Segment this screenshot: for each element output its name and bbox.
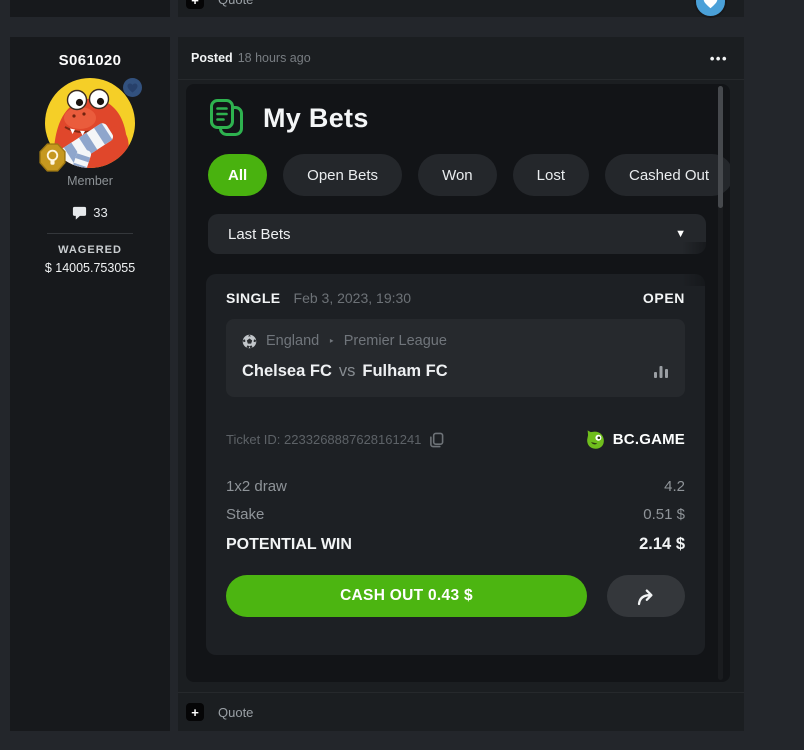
wagered-value: $ 14005.753055 [10, 261, 170, 275]
my-bets-icon [208, 98, 245, 138]
achievement-badge [37, 142, 68, 178]
stake-row: Stake 0.51 $ [226, 506, 685, 523]
ticket-id-value: 2233268887628161241 [284, 432, 421, 447]
author-username[interactable]: S061020 [10, 52, 170, 69]
sidebar-divider [47, 233, 133, 234]
author-role: Member [10, 174, 170, 188]
widget-title-row: My Bets [186, 84, 730, 138]
bet-card: SINGLE Feb 3, 2023, 19:30 OPEN [206, 274, 705, 655]
cashout-button[interactable]: CASH OUT 0.43 $ [226, 575, 587, 617]
stats-bars-icon[interactable] [653, 364, 669, 379]
share-arrow-icon [635, 587, 657, 606]
dropdown-value: Last Bets [228, 226, 291, 243]
author-comments: 33 [10, 205, 170, 220]
previous-post-sidebar [10, 0, 170, 17]
share-button[interactable] [607, 575, 685, 617]
post-header: Posted 18 hours ago ••• [178, 37, 744, 80]
potential-win-row: POTENTIAL WIN 2.14 $ [226, 535, 685, 554]
quote-button[interactable]: Quote [218, 0, 253, 7]
match-card[interactable]: England ‣ Premier League Chelsea FC vs F… [226, 319, 685, 397]
badge-heart-icon [127, 83, 138, 93]
stake-value: 0.51 $ [643, 506, 685, 523]
wagered-label: WAGERED [10, 244, 170, 256]
comment-bubble-icon [72, 206, 87, 220]
bets-sort-dropdown[interactable]: Last Bets ▼ [208, 214, 706, 254]
bet-selection-row: 1x2 draw 4.2 [226, 478, 685, 495]
ticket-row: Ticket ID: 2233268887628161241 [226, 429, 685, 450]
tab-won[interactable]: Won [418, 154, 497, 196]
posted-label: Posted [191, 51, 233, 65]
scrollbar-thumb[interactable] [718, 86, 723, 208]
posted-time: 18 hours ago [238, 51, 311, 65]
away-team: Fulham FC [362, 362, 447, 381]
bcgame-logo-icon [585, 429, 606, 450]
match-teams: Chelsea FC vs Fulham FC [242, 362, 669, 381]
bcgame-brand[interactable]: BC.GAME [585, 429, 685, 450]
country-label: England [266, 333, 319, 349]
bet-status-badge: OPEN [643, 290, 685, 306]
bet-card-header: SINGLE Feb 3, 2023, 19:30 OPEN [226, 290, 685, 306]
league-breadcrumb: England ‣ Premier League [242, 333, 669, 349]
avatar[interactable] [44, 77, 136, 169]
post-footer: + Quote [178, 692, 744, 731]
bcgame-brand-name: BC.GAME [613, 431, 685, 448]
my-bets-widget: My Bets All Open Bets Won Lost Cashed Ou… [186, 84, 730, 682]
tab-lost[interactable]: Lost [513, 154, 589, 196]
post-author-sidebar: S061020 [10, 37, 170, 731]
comment-count: 33 [93, 205, 107, 220]
selection-odds: 4.2 [664, 478, 685, 495]
heart-icon [703, 0, 718, 9]
ticket-id: Ticket ID: 2233268887628161241 [226, 432, 421, 447]
potential-win-label: POTENTIAL WIN [226, 536, 352, 554]
quote-button[interactable]: Quote [218, 705, 253, 720]
breadcrumb-separator: ‣ [328, 335, 335, 348]
league-label: Premier League [344, 333, 447, 349]
tab-all[interactable]: All [208, 154, 267, 196]
copy-icon[interactable] [429, 432, 444, 448]
potential-win-value: 2.14 $ [639, 535, 685, 554]
bet-datetime: Feb 3, 2023, 19:30 [294, 290, 412, 306]
bet-actions: CASH OUT 0.43 $ [226, 575, 685, 617]
lightbulb-badge-icon [37, 142, 68, 173]
avatar-level-badge [123, 78, 142, 97]
widget-scrollbar [718, 86, 723, 680]
tab-open-bets[interactable]: Open Bets [283, 154, 402, 196]
plus-quote-button[interactable]: + [186, 0, 204, 9]
chevron-down-icon: ▼ [675, 228, 686, 240]
plus-icon: + [191, 706, 199, 719]
vs-label: vs [339, 362, 356, 381]
stake-label: Stake [226, 506, 264, 523]
ticket-id-label: Ticket ID: [226, 432, 280, 447]
plus-quote-button[interactable]: + [186, 703, 204, 721]
tab-cashed-out[interactable]: Cashed Out [605, 154, 730, 196]
soccer-ball-icon [242, 334, 257, 349]
bet-type: SINGLE [226, 290, 281, 306]
post-content: Posted 18 hours ago ••• My Bets All Open… [178, 37, 744, 731]
selection-label: 1x2 draw [226, 478, 287, 495]
home-team: Chelsea FC [242, 362, 332, 381]
previous-post-footer: + Quote [178, 0, 744, 17]
bet-filter-tabs: All Open Bets Won Lost Cashed Out [208, 154, 730, 196]
plus-icon: + [191, 0, 199, 7]
widget-title: My Bets [263, 103, 369, 134]
post-options-menu-icon[interactable]: ••• [710, 51, 728, 66]
